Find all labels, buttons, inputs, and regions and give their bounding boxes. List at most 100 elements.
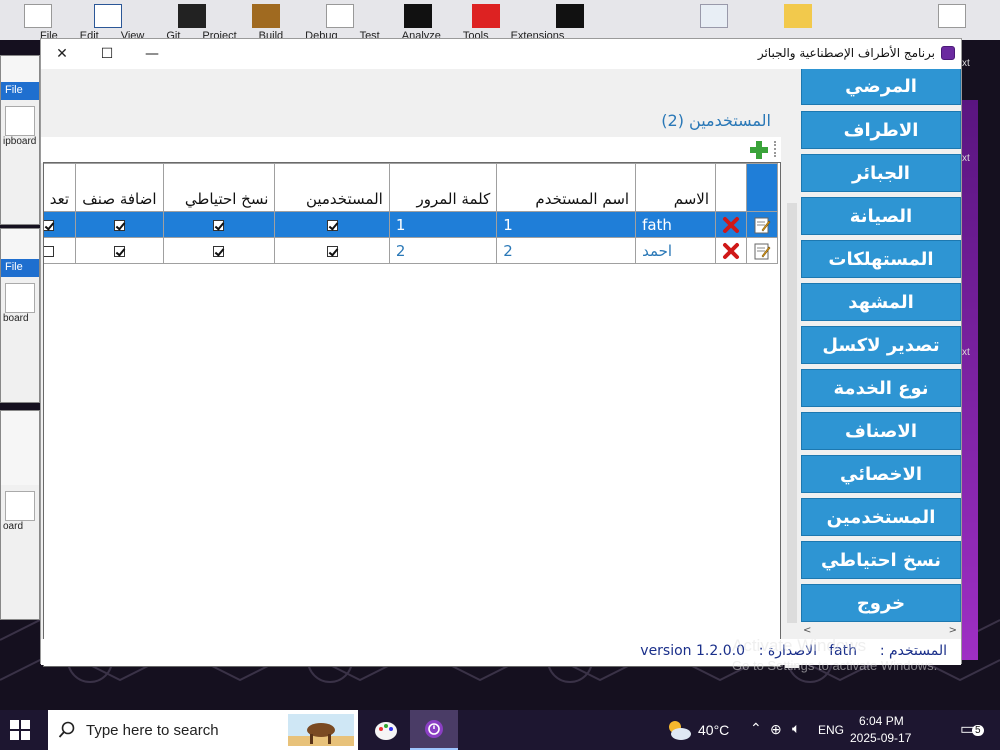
globe-icon[interactable]: ⊕ <box>770 721 782 738</box>
cell-users-perm[interactable] <box>274 237 390 264</box>
clipboard-icon <box>5 283 35 313</box>
temperature[interactable]: 40°C <box>698 722 729 738</box>
background-window[interactable]: File ipboard <box>0 55 40 225</box>
clipboard-icon <box>5 491 35 521</box>
pane-vertical-scrollbar[interactable] <box>785 163 799 668</box>
cell-password[interactable]: 1 <box>388 211 498 238</box>
header-backup[interactable]: نسخ احتياطي <box>162 163 276 212</box>
sidebar-item-service-type[interactable]: نوع الخدمة <box>801 369 961 407</box>
sidebar-item-backup[interactable]: نسخ احتياطي <box>801 541 961 579</box>
cell-username[interactable]: 1 <box>496 211 637 238</box>
scrollbar-thumb[interactable] <box>787 203 797 623</box>
delete-icon[interactable] <box>722 216 740 234</box>
toolbar-grip[interactable] <box>774 141 778 157</box>
header-actions <box>715 163 747 212</box>
sidebar-item-items[interactable]: الاصناف <box>801 412 961 450</box>
add-item-permission-checkbox[interactable] <box>113 219 125 231</box>
word-document-icon[interactable] <box>94 4 122 28</box>
cell-name[interactable]: احمد <box>635 237 716 264</box>
image-icon[interactable] <box>252 4 280 28</box>
cell-password[interactable]: 2 <box>388 237 498 264</box>
background-window[interactable]: oard <box>0 410 40 620</box>
background-toolbar: File Edit View Git Project Build Debug T… <box>0 0 1000 42</box>
edit-icon[interactable] <box>753 242 771 260</box>
delete-row-cell[interactable] <box>715 237 747 264</box>
volume-icon[interactable]: 🔈︎ <box>792 720 800 737</box>
backup-permission-checkbox[interactable] <box>213 219 225 231</box>
sidebar-item-splints[interactable]: الجبائر <box>801 154 961 192</box>
add-item-permission-checkbox[interactable] <box>113 245 125 257</box>
table-row[interactable]: احمد 2 2 <box>44 237 778 264</box>
maximize-button[interactable]: ☐ <box>89 42 125 66</box>
table-row[interactable]: fath 1 1 <box>44 211 778 238</box>
users-permission-checkbox[interactable] <box>326 219 338 231</box>
status-version-value: version 1.2.0.0 <box>640 643 745 659</box>
sidebar-item-consumables[interactable]: المستهلكات <box>801 240 961 278</box>
file-tab[interactable]: File <box>1 259 39 277</box>
background-window[interactable]: File board <box>0 228 40 403</box>
edit-row-cell[interactable] <box>746 211 778 238</box>
pdf-icon[interactable] <box>472 4 500 28</box>
notification-count: 5 <box>972 725 984 736</box>
taskbar-app-prosthetics[interactable] <box>410 710 458 750</box>
sidebar-item-users[interactable]: المستخدمين <box>801 498 961 536</box>
delete-row-cell[interactable] <box>715 211 747 238</box>
folder-icon[interactable] <box>784 4 812 28</box>
paint-icon <box>375 722 397 740</box>
file-tab[interactable]: File <box>1 82 39 100</box>
taskbar: Type here to search 40°C ⌃ ⊕ 🔈︎ ENG 6:04… <box>0 710 1000 750</box>
cell-name[interactable]: fath <box>635 211 716 238</box>
cell-users-perm[interactable] <box>274 211 390 238</box>
document-icon[interactable] <box>326 4 354 28</box>
cell-add-item-perm[interactable] <box>75 237 164 264</box>
sidebar-item-limbs[interactable]: الاطراف <box>801 111 961 149</box>
shortcut-icon[interactable] <box>404 4 432 28</box>
header-users[interactable]: المستخدمين <box>274 163 390 212</box>
document-icon[interactable] <box>938 4 966 28</box>
users-permission-checkbox[interactable] <box>326 245 338 257</box>
sidebar-item-specialist[interactable]: الاخصائي <box>801 455 961 493</box>
edit-icon[interactable] <box>753 216 771 234</box>
header-add-item[interactable]: اضافة صنف <box>75 163 164 212</box>
cell-edit-perm[interactable] <box>44 237 77 264</box>
taskbar-search[interactable]: Type here to search <box>48 710 358 750</box>
add-user-button[interactable] <box>748 139 770 161</box>
sidebar-item-maintenance[interactable]: الصيانة <box>801 197 961 235</box>
cell-backup-perm[interactable] <box>162 237 276 264</box>
edit-row-cell[interactable] <box>746 237 778 264</box>
language-indicator[interactable]: ENG <box>818 723 844 737</box>
edit-permission-checkbox[interactable] <box>44 245 54 257</box>
window-icon[interactable] <box>700 4 728 28</box>
header-edit[interactable]: تعد <box>44 163 77 212</box>
header-username[interactable]: اسم المستخدم <box>496 163 637 212</box>
shortcut-icon[interactable] <box>178 4 206 28</box>
weather-icon[interactable] <box>666 718 692 742</box>
sidebar-item-export-excel[interactable]: تصدير لاكسل <box>801 326 961 364</box>
cell-backup-perm[interactable] <box>162 211 276 238</box>
delete-icon[interactable] <box>722 242 740 260</box>
backup-permission-checkbox[interactable] <box>213 245 225 257</box>
background-window-titlebar <box>1 229 39 259</box>
cell-edit-perm[interactable] <box>44 211 77 238</box>
cell-username[interactable]: 2 <box>496 237 637 264</box>
header-name[interactable]: الاسم <box>635 163 716 212</box>
sidebar-item-scene[interactable]: المشهد <box>801 283 961 321</box>
shortcut-icon[interactable] <box>556 4 584 28</box>
header-password[interactable]: كلمة المرور <box>388 163 498 212</box>
edit-permission-checkbox[interactable] <box>44 219 54 231</box>
edge-text: xt <box>962 347 970 358</box>
clock-time[interactable]: 6:04 PM <box>859 714 904 728</box>
scroll-left-icon[interactable]: < <box>803 625 811 636</box>
sidebar-item-patients[interactable]: المرضي <box>801 69 961 105</box>
windows-start-icon[interactable] <box>10 720 30 740</box>
chevron-up-icon[interactable]: ⌃ <box>750 720 762 737</box>
clock-date[interactable]: 2025-09-17 <box>850 731 911 745</box>
scroll-right-icon[interactable]: > <box>949 625 957 636</box>
app-icon <box>941 46 955 60</box>
taskbar-app-paint[interactable] <box>362 710 410 750</box>
document-icon[interactable] <box>24 4 52 28</box>
cell-add-item-perm[interactable] <box>75 211 164 238</box>
close-button[interactable]: ✕ <box>44 42 80 66</box>
minimize-button[interactable]: — <box>134 42 170 66</box>
sidebar-item-exit[interactable]: خروج <box>801 584 961 622</box>
